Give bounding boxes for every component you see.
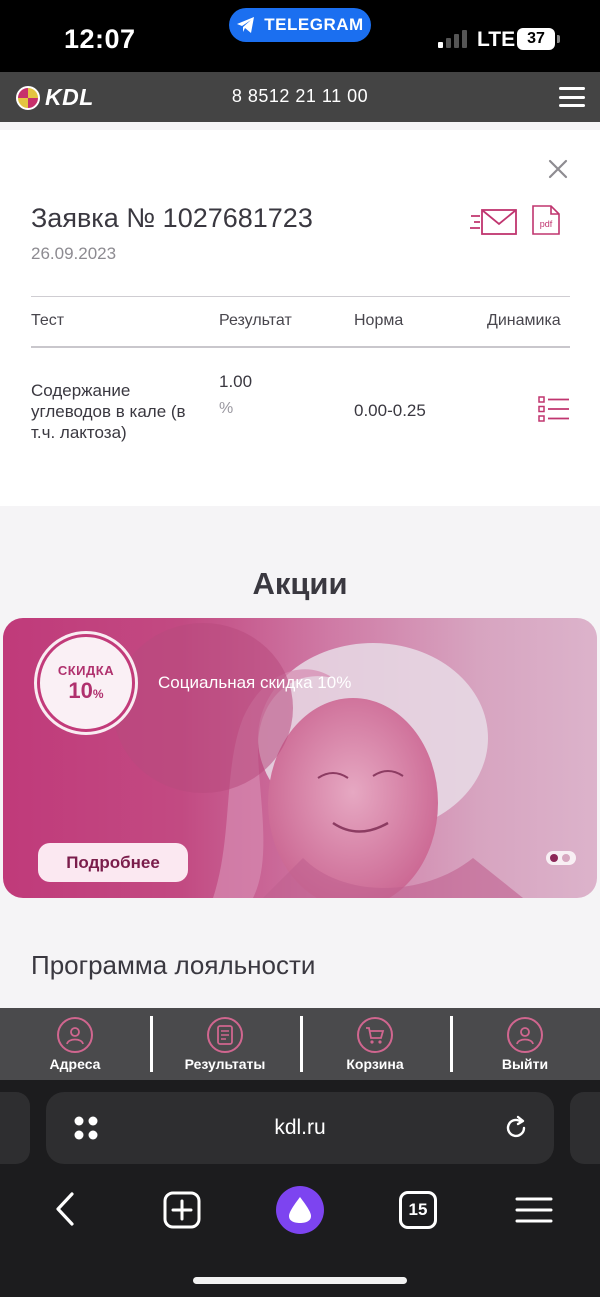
promotions-title: Акции: [252, 566, 348, 601]
tabs-count-button[interactable]: 15: [399, 1191, 437, 1229]
previous-tab-peek[interactable]: [0, 1092, 30, 1164]
battery-icon: 37: [517, 28, 555, 50]
nav-label-results: Результаты: [184, 1055, 266, 1072]
home-indicator: [193, 1277, 407, 1284]
svg-text:pdf: pdf: [540, 219, 553, 229]
nav-item-logout[interactable]: Выйти: [450, 1008, 600, 1080]
order-date: 26.09.2023: [31, 244, 117, 263]
cart-icon: [357, 1016, 393, 1053]
nav-item-addresses[interactable]: Адреса: [0, 1008, 150, 1080]
dynamics-list-icon[interactable]: [538, 396, 570, 422]
nav-label-logout: Выйти: [501, 1055, 549, 1072]
badge-value: 10%: [68, 677, 104, 703]
screen: 12:07 TELEGRAM LTE 37 KDL 8 8512 21 11 0…: [0, 0, 600, 1297]
badge-label: СКИДКА: [57, 662, 115, 678]
loyalty-title: Программа лояльности: [31, 950, 316, 980]
nav-label-addresses: Адреса: [49, 1055, 101, 1072]
nav-label-cart: Корзина: [346, 1055, 404, 1072]
column-header-result: Результат: [219, 312, 292, 329]
address-bar[interactable]: kdl.ru: [46, 1092, 554, 1164]
discount-badge: СКИДКА 10%: [34, 631, 138, 735]
promo-text: Социальная скидка 10%: [158, 673, 352, 692]
table-header-divider: [31, 346, 570, 348]
battery-tip: [557, 35, 560, 43]
phone-link[interactable]: 8 8512 21 11 00: [0, 86, 600, 107]
order-title: Заявка № 1027681723: [31, 203, 313, 233]
test-result: 1.00: [219, 372, 253, 391]
nav-item-results[interactable]: Результаты: [150, 1008, 300, 1080]
pdf-icon[interactable]: pdf: [531, 204, 561, 236]
alice-assistant-icon[interactable]: [275, 1185, 325, 1235]
user-icon: [507, 1016, 543, 1053]
new-tab-icon[interactable]: [163, 1191, 201, 1229]
column-header-norm: Норма: [354, 312, 404, 329]
reload-icon[interactable]: [502, 1114, 530, 1142]
document-icon: [207, 1016, 243, 1053]
menu-icon[interactable]: [559, 87, 585, 107]
test-norm: 0.00-0.25: [354, 401, 426, 420]
nav-item-cart[interactable]: Корзина: [300, 1008, 450, 1080]
telegram-label: TELEGRAM: [264, 15, 364, 34]
table-top-divider: [31, 296, 570, 297]
more-button[interactable]: Подробнее: [38, 843, 188, 882]
site-bottom-nav: Адреса Результаты Корзина Выйти: [0, 1008, 600, 1080]
network-label: LTE: [477, 28, 516, 51]
next-tab-peek[interactable]: [570, 1092, 600, 1164]
carousel-dots[interactable]: [546, 851, 576, 865]
url-text: kdl.ru: [274, 1116, 326, 1139]
test-unit: %: [219, 400, 234, 417]
signal-icon: [438, 28, 467, 48]
column-header-test: Тест: [31, 312, 65, 329]
site-header: KDL 8 8512 21 11 00: [0, 72, 600, 122]
back-to-telegram-pill[interactable]: TELEGRAM: [229, 8, 371, 42]
test-name: Содержание углеводов в кале (в т.ч. лакт…: [31, 381, 186, 442]
close-icon[interactable]: [546, 157, 570, 181]
browser-menu-icon[interactable]: [515, 1195, 553, 1225]
status-time: 12:07: [64, 24, 136, 54]
telegram-icon: [237, 17, 255, 33]
back-icon[interactable]: [50, 1190, 80, 1228]
location-icon: [57, 1016, 93, 1053]
column-header-dynamics: Динамика: [487, 312, 561, 329]
send-email-icon[interactable]: [470, 208, 518, 236]
promo-banner[interactable]: СКИДКА 10% Социальная скидка 10% Подробн…: [3, 618, 597, 898]
status-bar: 12:07 TELEGRAM LTE 37: [0, 0, 600, 72]
